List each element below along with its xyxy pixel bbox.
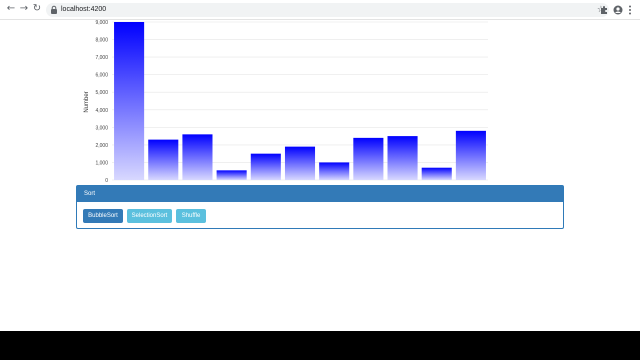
bar-5 xyxy=(250,153,281,180)
y-tick-label: 9,000 xyxy=(95,20,108,26)
selectionsort-button[interactable]: SelectionSort xyxy=(127,209,172,223)
menu-dots-icon[interactable] xyxy=(628,5,632,15)
shuffle-button[interactable]: Shuffle xyxy=(176,209,206,223)
bar-6 xyxy=(284,146,316,180)
bar-4 xyxy=(216,170,247,180)
bar-2 xyxy=(148,139,179,180)
y-tick-label: 7,000 xyxy=(95,55,108,61)
sort-panel: Sort BubbleSort SelectionSort Shuffle xyxy=(76,185,564,229)
bar-11 xyxy=(455,130,486,180)
profile-icon[interactable] xyxy=(613,5,623,15)
bar-9 xyxy=(387,136,418,180)
sort-panel-body: BubbleSort SelectionSort Shuffle xyxy=(77,202,563,228)
y-tick-label: 4,000 xyxy=(95,108,108,114)
bar-8 xyxy=(353,137,384,180)
y-tick-label: 1,000 xyxy=(95,160,108,166)
reload-icon[interactable]: ↻ xyxy=(31,3,43,15)
y-tick-label: 5,000 xyxy=(95,90,108,96)
url-text: localhost:4200 xyxy=(61,6,107,13)
y-tick-label: 6,000 xyxy=(95,73,108,79)
y-tick-label: 0 xyxy=(105,178,108,184)
y-tick-label: 8,000 xyxy=(95,38,108,44)
back-arrow-icon[interactable]: ← xyxy=(5,3,17,15)
y-axis-label: Number xyxy=(84,91,90,112)
bar-7 xyxy=(319,162,350,180)
forward-arrow-icon[interactable]: → xyxy=(18,3,30,15)
address-bar[interactable]: localhost:4200 ☆ xyxy=(46,3,609,17)
extensions-icon[interactable] xyxy=(599,5,609,15)
browser-toolbar: ← → ↻ localhost:4200 ☆ xyxy=(0,0,640,20)
sort-panel-heading: Sort xyxy=(77,186,563,202)
bar-chart: 0 1,000 2,000 3,000 4,000 5,000 6,000 7,000 8,00… xyxy=(84,20,488,184)
bar-10 xyxy=(421,167,452,180)
y-tick-label: 3,000 xyxy=(95,125,108,131)
lock-icon xyxy=(51,5,57,14)
y-tick-label: 2,000 xyxy=(95,143,108,149)
bar-3 xyxy=(182,134,213,180)
bubblesort-button[interactable]: BubbleSort xyxy=(83,209,123,223)
bar-1 xyxy=(114,22,145,180)
taskbar xyxy=(0,331,640,360)
